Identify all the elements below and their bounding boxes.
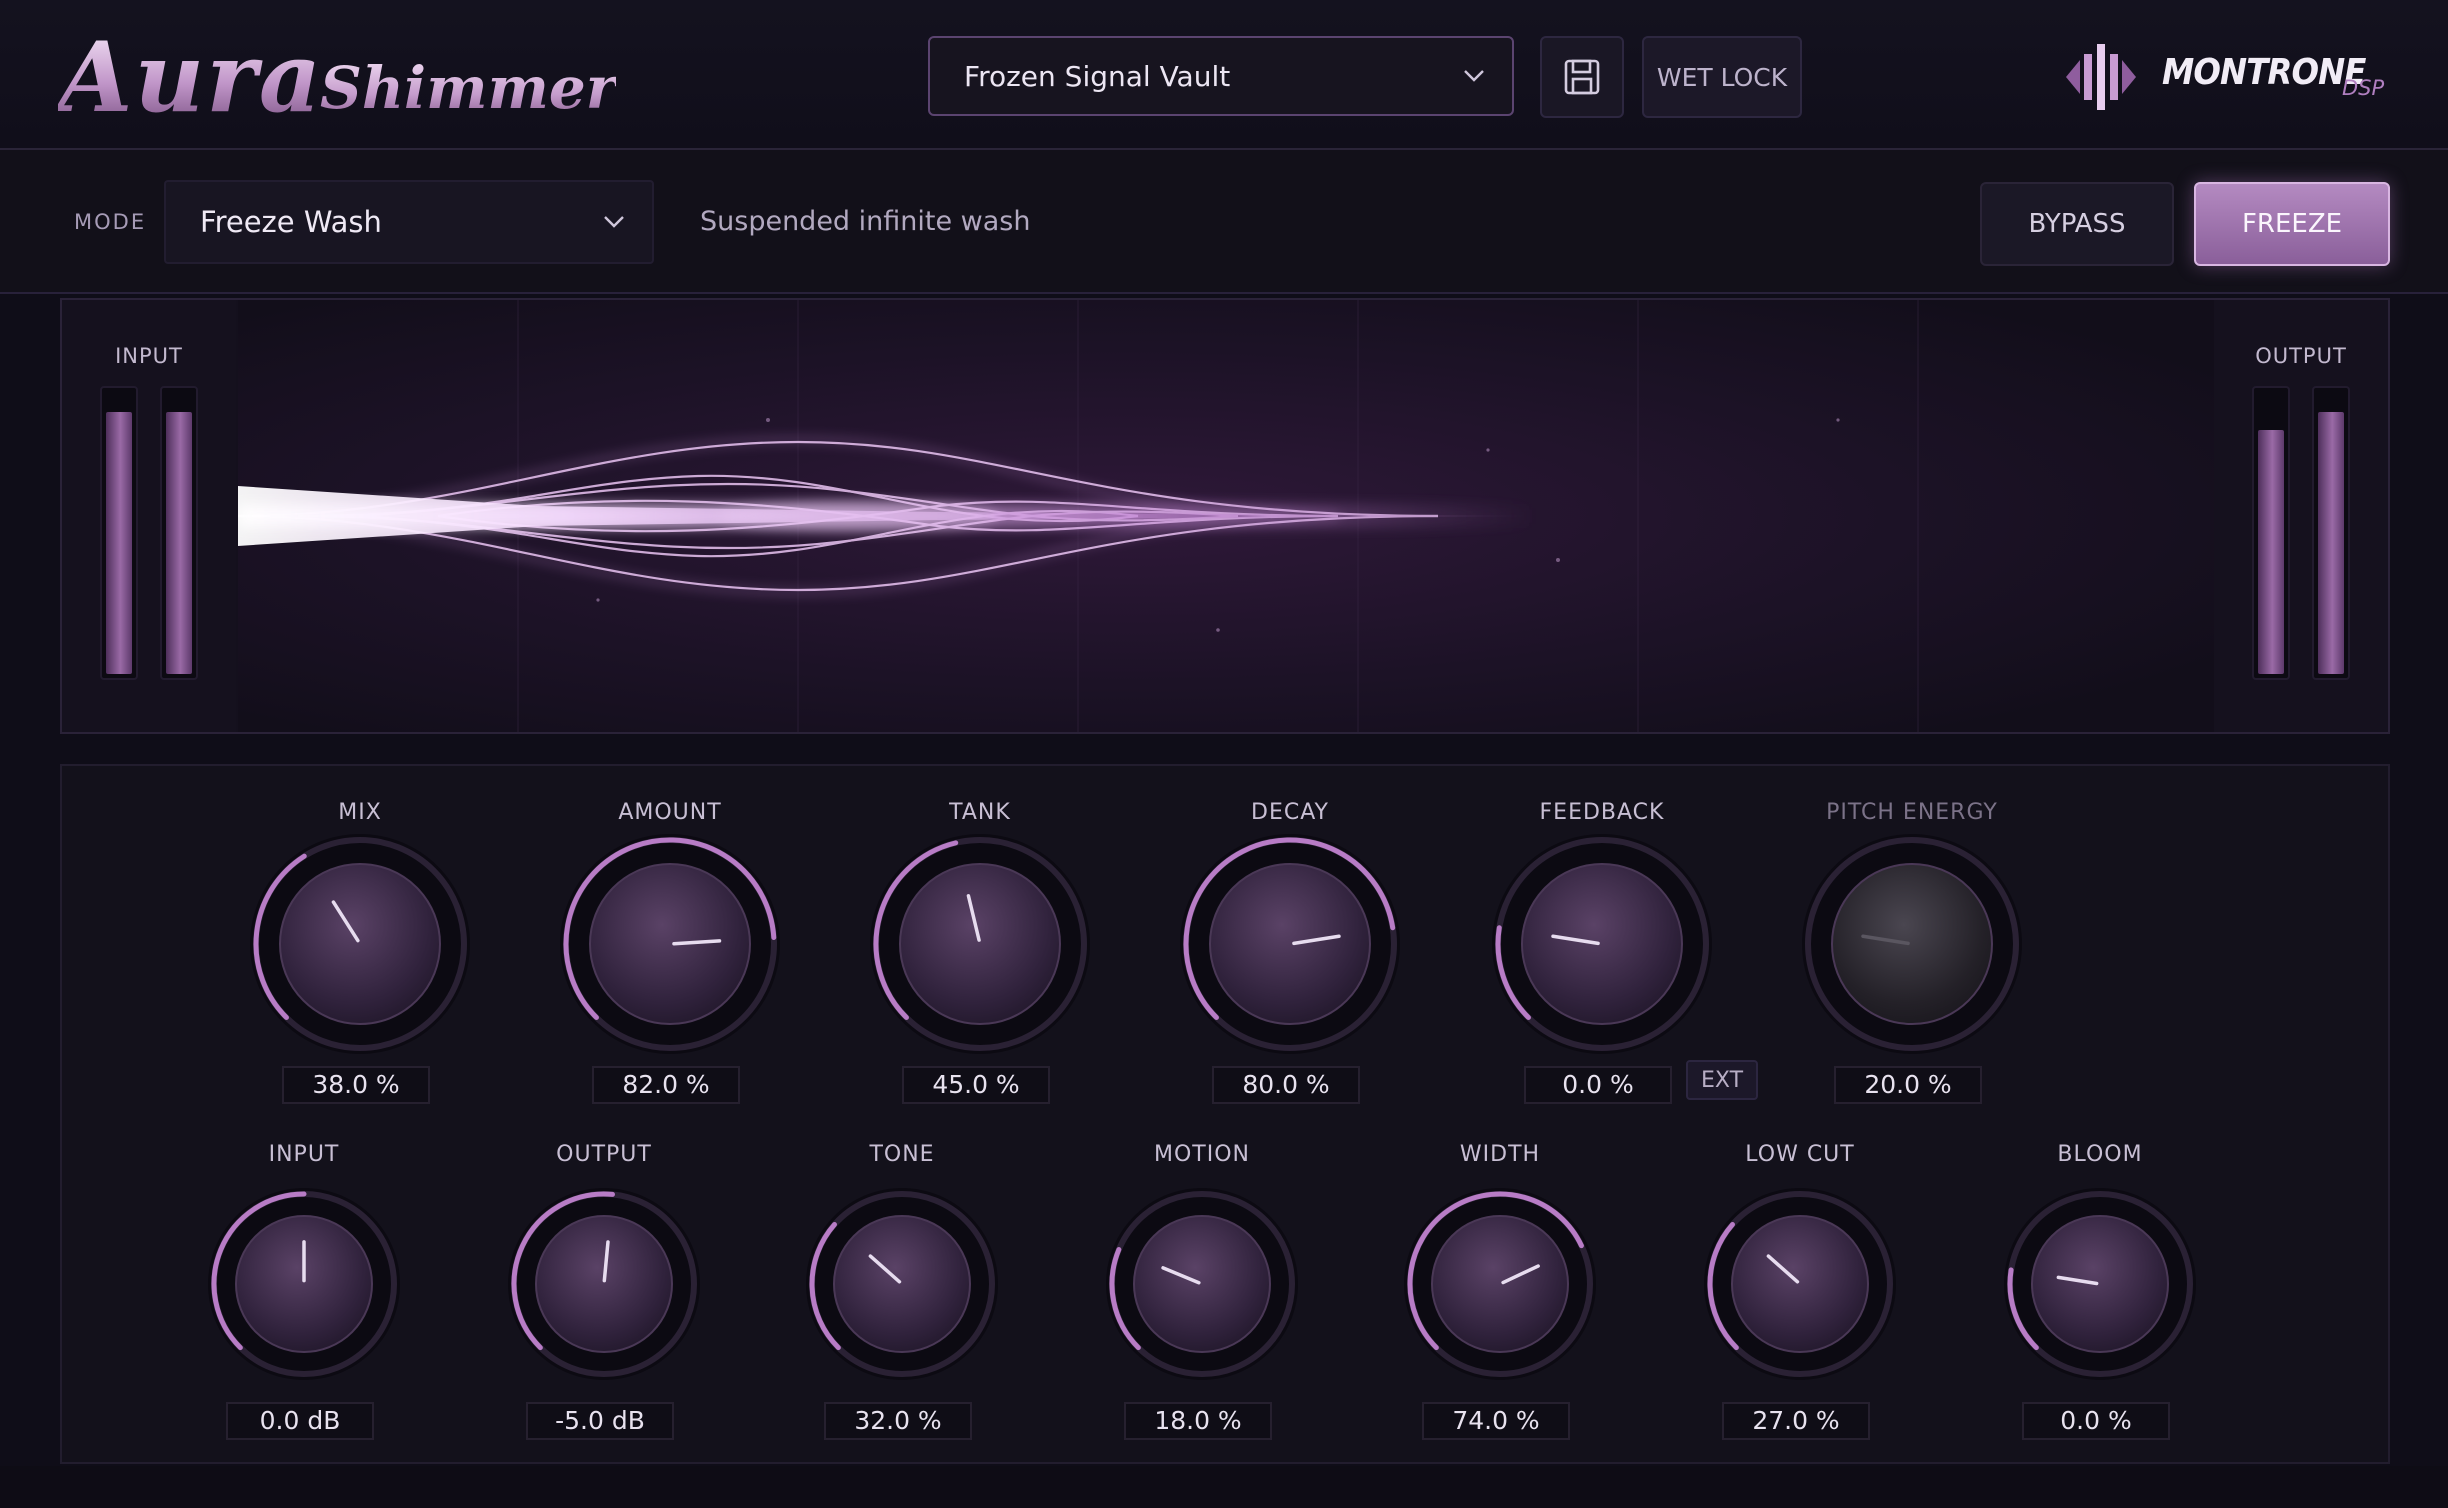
mode-selector[interactable]: Freeze Wash (164, 180, 654, 264)
knob-feedback: FEEDBACK 0.0 % (1487, 800, 1717, 1106)
input-meter-right (160, 386, 198, 680)
knob-value-field[interactable]: 18.0 % (1124, 1402, 1272, 1440)
knob-dial[interactable] (865, 829, 1095, 1059)
mode-label: MODE (74, 210, 147, 234)
knob-bloom: BLOOM 0.0 % (2000, 1142, 2200, 1442)
knob-value-field[interactable]: 0.0 % (1524, 1066, 1672, 1104)
knob-tank: TANK 45.0 % (865, 800, 1095, 1106)
knob-dial[interactable] (1797, 829, 2027, 1059)
meter-fill (2318, 412, 2344, 674)
knob-motion: MOTION 18.0 % (1102, 1142, 1302, 1442)
knob-decay: DECAY 80.0 % (1175, 800, 1405, 1106)
knob-value-field[interactable]: -5.0 dB (526, 1402, 674, 1440)
knob-label: AMOUNT (618, 800, 722, 825)
input-meter-label: INPUT (115, 344, 183, 368)
meter-fill (2258, 429, 2284, 674)
knob-dial[interactable] (1102, 1184, 1302, 1384)
knob-width: WIDTH 74.0 % (1400, 1142, 1600, 1442)
knob-dial[interactable] (802, 1184, 1002, 1384)
brand-suffix: DSP (2342, 76, 2385, 100)
knob-label: OUTPUT (556, 1142, 652, 1167)
output-meter-label: OUTPUT (2255, 344, 2347, 368)
knob-value-field[interactable]: 32.0 % (824, 1402, 972, 1440)
bypass-button[interactable]: BYPASS (1980, 182, 2174, 266)
knob-dial[interactable] (1175, 829, 1405, 1059)
knob-tone: TONE 32.0 % (802, 1142, 1002, 1442)
brand-name: MONTRONE (2162, 52, 2366, 93)
mode-bar: MODE Freeze Wash Suspended infinite wash… (0, 150, 2448, 294)
knob-label: MOTION (1154, 1142, 1250, 1167)
knob-dial[interactable] (504, 1184, 704, 1384)
knob-input: INPUT 0.0 dB (204, 1142, 404, 1442)
output-meter-left (2252, 386, 2290, 680)
knob-label: FEEDBACK (1539, 800, 1665, 825)
knob-dial[interactable] (1400, 1184, 1600, 1384)
save-preset-button[interactable] (1540, 36, 1624, 118)
knob-label: WIDTH (1459, 1142, 1541, 1167)
knob-label: BLOOM (2057, 1142, 2143, 1167)
save-icon (1564, 59, 1600, 95)
input-meter-panel: INPUT (62, 300, 236, 732)
knob-value-field[interactable]: 38.0 % (282, 1066, 430, 1104)
knob-dial[interactable] (1700, 1184, 1900, 1384)
shimmer-visualizer: INPUT OUTPUT (60, 298, 2390, 734)
knob-label: MIX (338, 800, 382, 825)
input-meter-left (100, 386, 138, 680)
knob-dial[interactable] (555, 829, 785, 1059)
knob-label: INPUT (268, 1142, 340, 1167)
product-logo-main: Aura (58, 21, 324, 134)
knob-value-field[interactable]: 27.0 % (1722, 1402, 1870, 1440)
knob-value-field[interactable]: 45.0 % (902, 1066, 1050, 1104)
header-bar: Aura Shimmer Frozen Signal Vault WET LOC… (0, 0, 2448, 150)
meter-fill (166, 412, 192, 674)
knob-low-cut: LOW CUT 27.0 % (1700, 1142, 1900, 1442)
knob-pitch-energy: PITCH ENERGY 20.0 % (1797, 800, 2027, 1106)
knob-output: OUTPUT -5.0 dB (504, 1142, 704, 1442)
knob-dial[interactable] (2000, 1184, 2200, 1384)
knob-label: PITCH ENERGY (1826, 800, 1998, 825)
knob-dial[interactable] (204, 1184, 404, 1384)
knob-label: DECAY (1251, 800, 1329, 825)
freeze-button[interactable]: FREEZE (2194, 182, 2390, 266)
knob-amount: AMOUNT 82.0 % (555, 800, 785, 1106)
preset-selector[interactable]: Frozen Signal Vault (928, 36, 1514, 116)
knob-label: TONE (869, 1142, 935, 1167)
product-logo-sub: Shimmer (320, 54, 617, 122)
mode-value: Freeze Wash (200, 205, 382, 239)
knob-label: TANK (949, 800, 1011, 825)
meter-fill (106, 412, 132, 674)
chevron-down-icon (1454, 56, 1494, 96)
shimmer-waveform-display (238, 300, 2216, 732)
knob-dial[interactable] (245, 829, 475, 1059)
knob-value-field[interactable]: 0.0 dB (226, 1402, 374, 1440)
knob-value-field[interactable]: 0.0 % (2022, 1402, 2170, 1440)
output-meter-panel: OUTPUT (2214, 300, 2388, 732)
preset-name: Frozen Signal Vault (964, 59, 1231, 93)
output-meter-right (2312, 386, 2350, 680)
wet-lock-button[interactable]: WET LOCK (1642, 36, 1802, 118)
footer-strip (0, 1466, 2448, 1508)
brand-logo-icon (2066, 44, 2136, 110)
knob-dial[interactable] (1487, 829, 1717, 1059)
knob-mix: MIX 38.0 % (245, 800, 475, 1106)
knob-value-field[interactable]: 82.0 % (592, 1066, 740, 1104)
knob-value-field[interactable]: 20.0 % (1834, 1066, 1982, 1104)
mode-description: Suspended infinite wash (700, 206, 1031, 237)
knob-value-field[interactable]: 80.0 % (1212, 1066, 1360, 1104)
chevron-down-icon (594, 202, 634, 242)
knob-label: LOW CUT (1745, 1142, 1855, 1167)
knob-value-field[interactable]: 74.0 % (1422, 1402, 1570, 1440)
